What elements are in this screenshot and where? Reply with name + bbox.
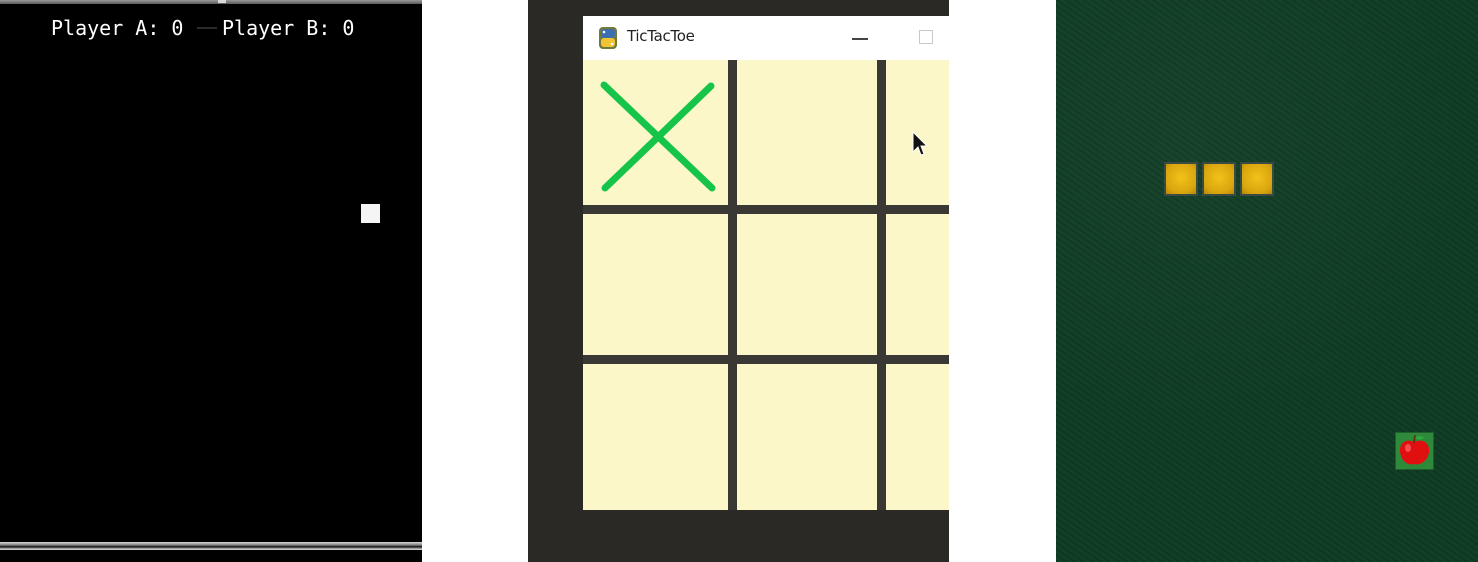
score-separator [197,27,217,29]
mouse-cursor-icon [912,131,928,156]
tictactoe-window: TicTacToe [583,16,949,510]
grid-line-h2 [583,355,949,364]
cell-4[interactable] [583,214,728,355]
grid-line-v2 [877,60,886,510]
player-a-score: Player A: 0 [51,16,184,40]
cell-9[interactable] [886,364,949,510]
apple-icon [1399,435,1430,465]
top-border [0,0,422,4]
bottom-border [0,542,422,550]
scoreboard: Player A: 0 Player B: 0 [0,16,422,42]
snake-segment-tail [1164,162,1198,196]
maximize-button[interactable] [919,30,933,44]
minimize-button[interactable] [851,28,869,48]
pong-game-panel: Player A: 0 Player B: 0 [0,0,422,562]
tictactoe-board [583,60,949,510]
pong-ball [361,204,380,223]
top-border-notch [218,0,226,3]
window-title: TicTacToe [627,27,695,45]
food-tile [1395,432,1434,470]
cell-6[interactable] [886,214,949,355]
window-titlebar[interactable]: TicTacToe [583,16,949,61]
cell-1[interactable] [583,60,728,205]
python-icon [599,27,617,49]
cell-2[interactable] [737,60,877,205]
snake-game-panel [1056,0,1478,562]
snake-segment-body [1202,162,1236,196]
cell-7[interactable] [583,364,728,510]
cell-8[interactable] [737,364,877,510]
snake-segment-head [1240,162,1274,196]
grid-line-v1 [728,60,737,510]
player-b-score: Player B: 0 [222,16,355,40]
tictactoe-panel: TicTacToe [528,0,949,562]
grid-line-h1 [583,205,949,214]
cell-5[interactable] [737,214,877,355]
x-mark-icon [600,81,716,192]
